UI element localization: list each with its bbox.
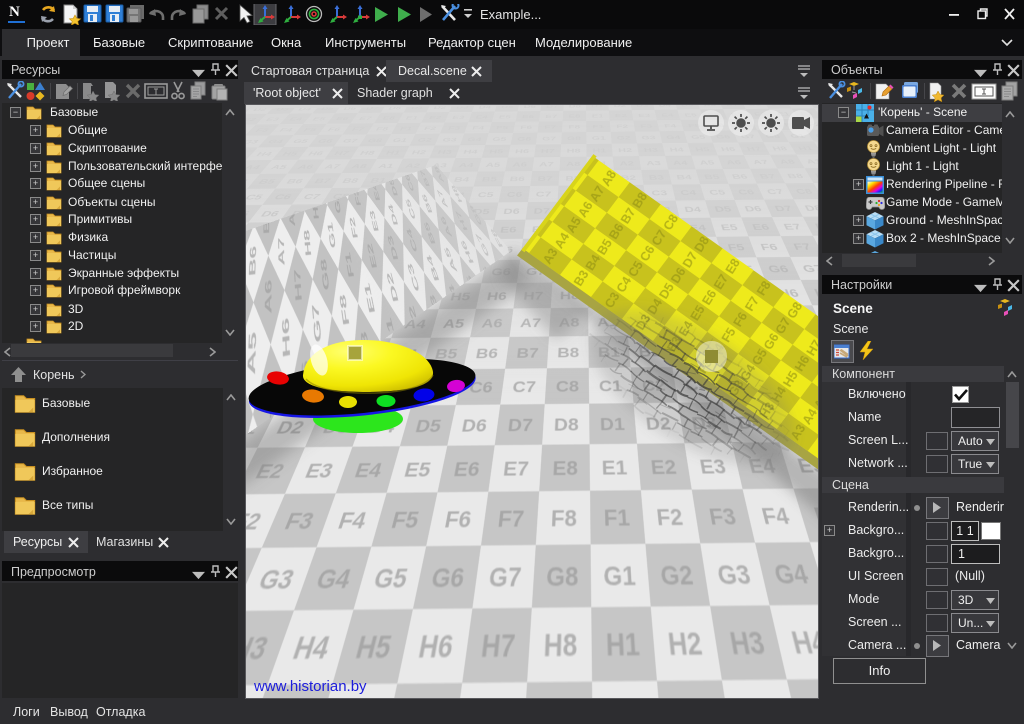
svg-text:www.historian.by: www.historian.by xyxy=(253,678,367,695)
